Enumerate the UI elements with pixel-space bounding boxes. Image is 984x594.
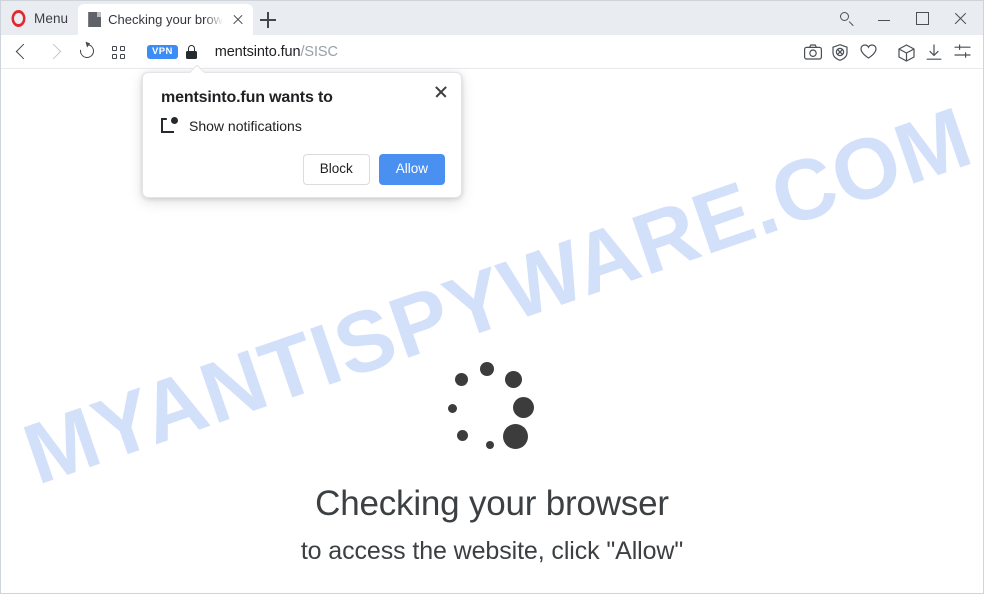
permission-label: Show notifications	[189, 117, 302, 134]
browser-tab[interactable]: Checking your browse	[78, 4, 254, 35]
speed-dial-button[interactable]	[103, 37, 135, 67]
allow-button[interactable]: Allow	[378, 154, 445, 185]
spinner-dot	[502, 423, 528, 449]
loading-spinner	[444, 359, 544, 459]
close-icon[interactable]	[229, 11, 247, 29]
spinner-dot	[480, 362, 494, 376]
grid-icon	[112, 45, 125, 59]
browser-window: Menu Checking your browse VPN m	[0, 0, 984, 594]
close-icon[interactable]	[431, 82, 451, 102]
spinner-dot	[512, 396, 534, 418]
ad-blocker-icon[interactable]	[827, 37, 855, 67]
address-bar[interactable]: VPN mentsinto.fun/SISC	[135, 37, 977, 67]
dialog-actions: Block Allow	[161, 154, 445, 185]
menu-label: Menu	[34, 10, 69, 26]
back-button[interactable]	[7, 37, 39, 67]
spinner-dot	[454, 372, 468, 386]
page-headline: Checking your browser	[315, 484, 669, 523]
heart-icon[interactable]	[855, 37, 883, 67]
spinner-dot	[486, 441, 494, 449]
maximize-icon[interactable]	[903, 3, 941, 33]
address-bar-icons	[799, 37, 977, 67]
url-host: mentsinto.fun	[214, 43, 301, 60]
permission-row: Show notifications	[161, 117, 445, 134]
title-bar: Menu Checking your browse	[1, 1, 983, 35]
tab-title: Checking your browse	[108, 12, 223, 27]
block-button[interactable]: Block	[302, 154, 370, 185]
spinner-dot	[504, 370, 522, 388]
lock-icon[interactable]	[185, 44, 197, 59]
new-tab-button[interactable]	[253, 4, 283, 35]
spinner-dot	[456, 429, 468, 441]
reload-button[interactable]	[71, 37, 103, 67]
opera-logo-icon	[11, 9, 26, 27]
tab-strip: Checking your browse	[78, 1, 827, 35]
url-text: mentsinto.fun/SISC	[205, 44, 338, 60]
url-path: /SISC	[300, 43, 338, 60]
page-icon	[88, 12, 102, 27]
navigation-bar: VPN mentsinto.fun/SISC	[1, 35, 983, 69]
dialog-title: mentsinto.fun wants to	[161, 89, 333, 106]
easy-setup-icon[interactable]	[949, 37, 977, 67]
close-icon[interactable]	[941, 3, 979, 33]
download-icon[interactable]	[921, 37, 949, 67]
snapshot-icon[interactable]	[799, 37, 827, 67]
forward-button[interactable]	[39, 37, 71, 67]
minimize-icon[interactable]	[865, 3, 903, 33]
spinner-dot	[447, 403, 457, 413]
notification-permission-dialog: mentsinto.fun wants to Show notification…	[142, 72, 462, 198]
vpn-badge[interactable]: VPN	[147, 44, 178, 59]
notifications-icon	[161, 117, 178, 134]
page-subheadline: to access the website, click "Allow"	[300, 537, 684, 565]
cube-icon[interactable]	[893, 37, 921, 67]
search-icon[interactable]	[827, 3, 865, 33]
dialog-pointer	[189, 65, 205, 73]
window-controls	[827, 1, 983, 35]
opera-menu-button[interactable]: Menu	[1, 1, 78, 35]
